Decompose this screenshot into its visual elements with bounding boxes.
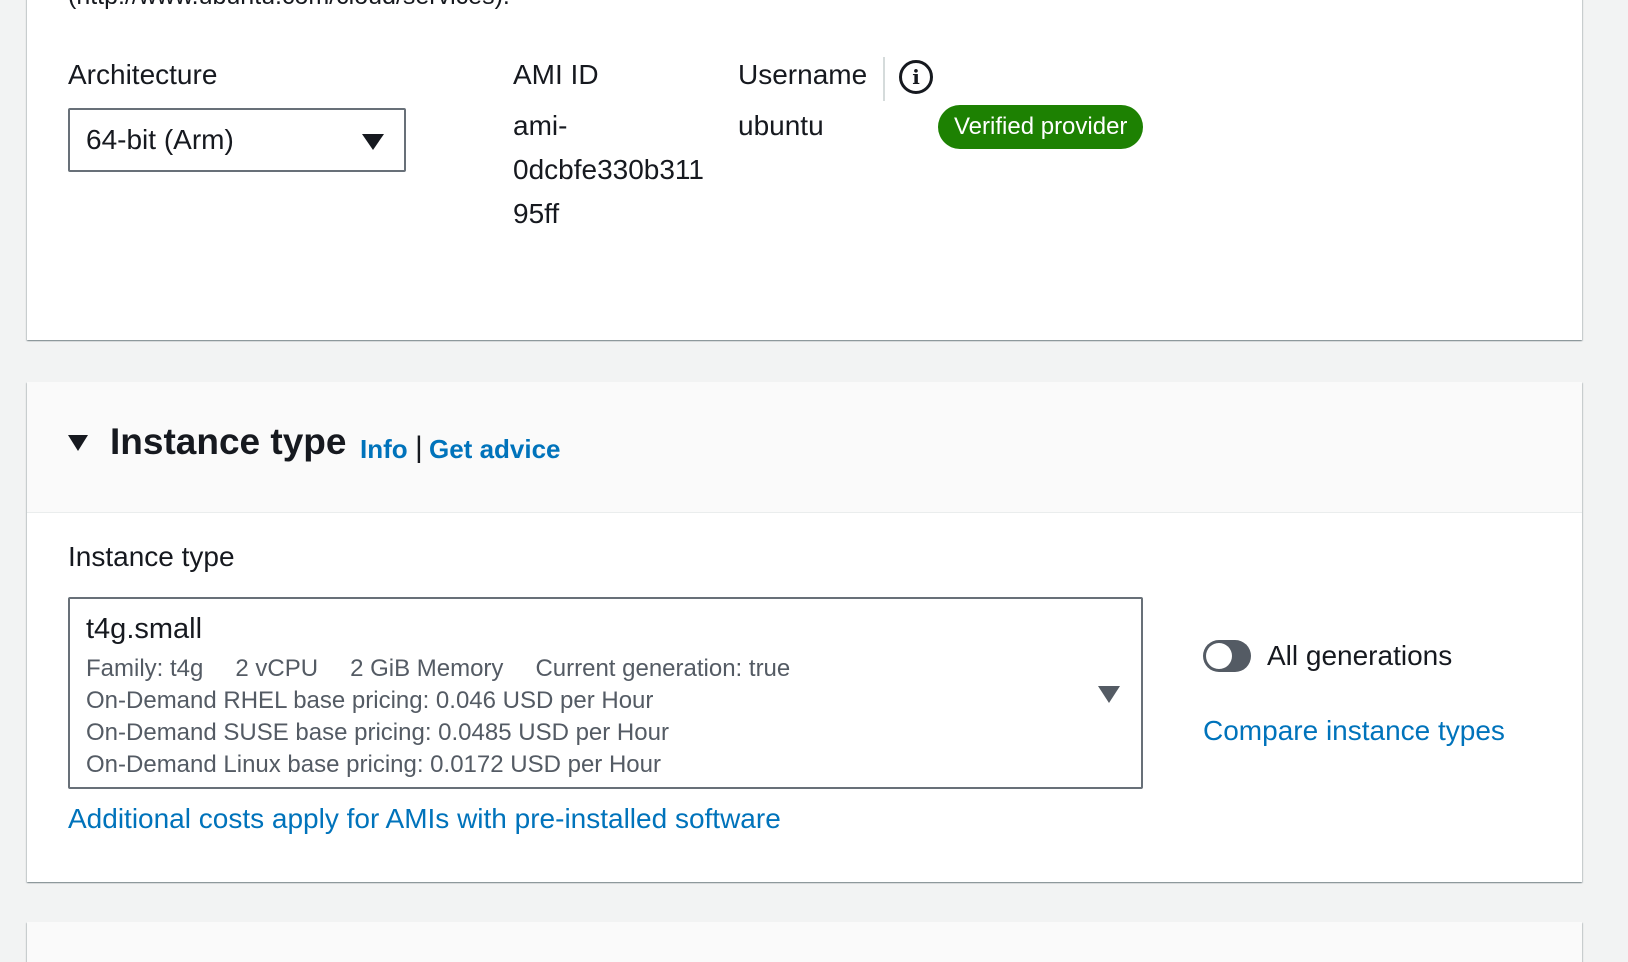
ami-description-cut-text: (http://www.ubuntu.com/cloud/services). xyxy=(68,0,510,11)
page: (http://www.ubuntu.com/cloud/services). … xyxy=(0,0,1628,962)
instance-type-card: Instance type Info | Get advice Instance… xyxy=(27,382,1582,882)
collapse-caret-icon[interactable] xyxy=(68,435,88,451)
caret-down-icon xyxy=(362,134,384,150)
compare-instance-types-link[interactable]: Compare instance types xyxy=(1203,715,1505,747)
toggle-knob xyxy=(1206,643,1232,669)
all-generations-toggle[interactable] xyxy=(1203,640,1251,672)
additional-costs-link[interactable]: Additional costs apply for AMIs with pre… xyxy=(68,803,781,835)
link-separator: | xyxy=(415,431,423,464)
ami-id-label: AMI ID xyxy=(513,59,599,90)
ami-id-value-line3: 95ff xyxy=(513,198,560,229)
instance-type-header: Instance type Info | Get advice xyxy=(27,382,1582,513)
instance-generation: Current generation: true xyxy=(535,655,791,682)
instance-memory: 2 GiB Memory xyxy=(350,655,504,682)
ami-id-value-line1: ami- xyxy=(513,110,568,141)
instance-type-specs: Family: t4g 2 vCPU 2 GiB Memory Current gen… xyxy=(86,655,822,683)
info-circle-icon[interactable]: i xyxy=(899,60,933,94)
architecture-label: Architecture xyxy=(68,59,218,90)
next-section-card xyxy=(27,922,1582,962)
rhel-pricing: On-Demand RHEL base pricing: 0.046 USD p… xyxy=(86,687,654,714)
ami-details-card: (http://www.ubuntu.com/cloud/services). … xyxy=(27,0,1582,340)
get-advice-link[interactable]: Get advice xyxy=(429,434,561,465)
instance-type-name: t4g.small xyxy=(86,613,203,645)
username-value: ubuntu xyxy=(738,110,824,141)
info-link[interactable]: Info xyxy=(360,434,408,465)
instance-family: Family: t4g xyxy=(86,655,204,682)
suse-pricing: On-Demand SUSE base pricing: 0.0485 USD … xyxy=(86,719,669,746)
username-label: Username xyxy=(738,59,868,90)
instance-type-select[interactable]: t4g.small Family: t4g 2 vCPU 2 GiB Memory C… xyxy=(68,597,1143,789)
ami-id-value-line2: 0dcbfe330b311 xyxy=(513,154,704,185)
label-divider xyxy=(883,57,885,101)
architecture-select[interactable]: 64-bit (Arm) xyxy=(68,108,406,172)
architecture-selected-value: 64-bit (Arm) xyxy=(86,124,234,155)
all-generations-label: All generations xyxy=(1267,640,1453,671)
instance-vcpu: 2 vCPU xyxy=(235,655,319,682)
caret-down-icon xyxy=(1098,686,1120,703)
linux-pricing: On-Demand Linux base pricing: 0.0172 USD… xyxy=(86,751,661,778)
instance-type-field-label: Instance type xyxy=(68,541,235,572)
section-title: Instance type xyxy=(110,421,347,462)
verified-provider-badge: Verified provider xyxy=(938,105,1144,149)
